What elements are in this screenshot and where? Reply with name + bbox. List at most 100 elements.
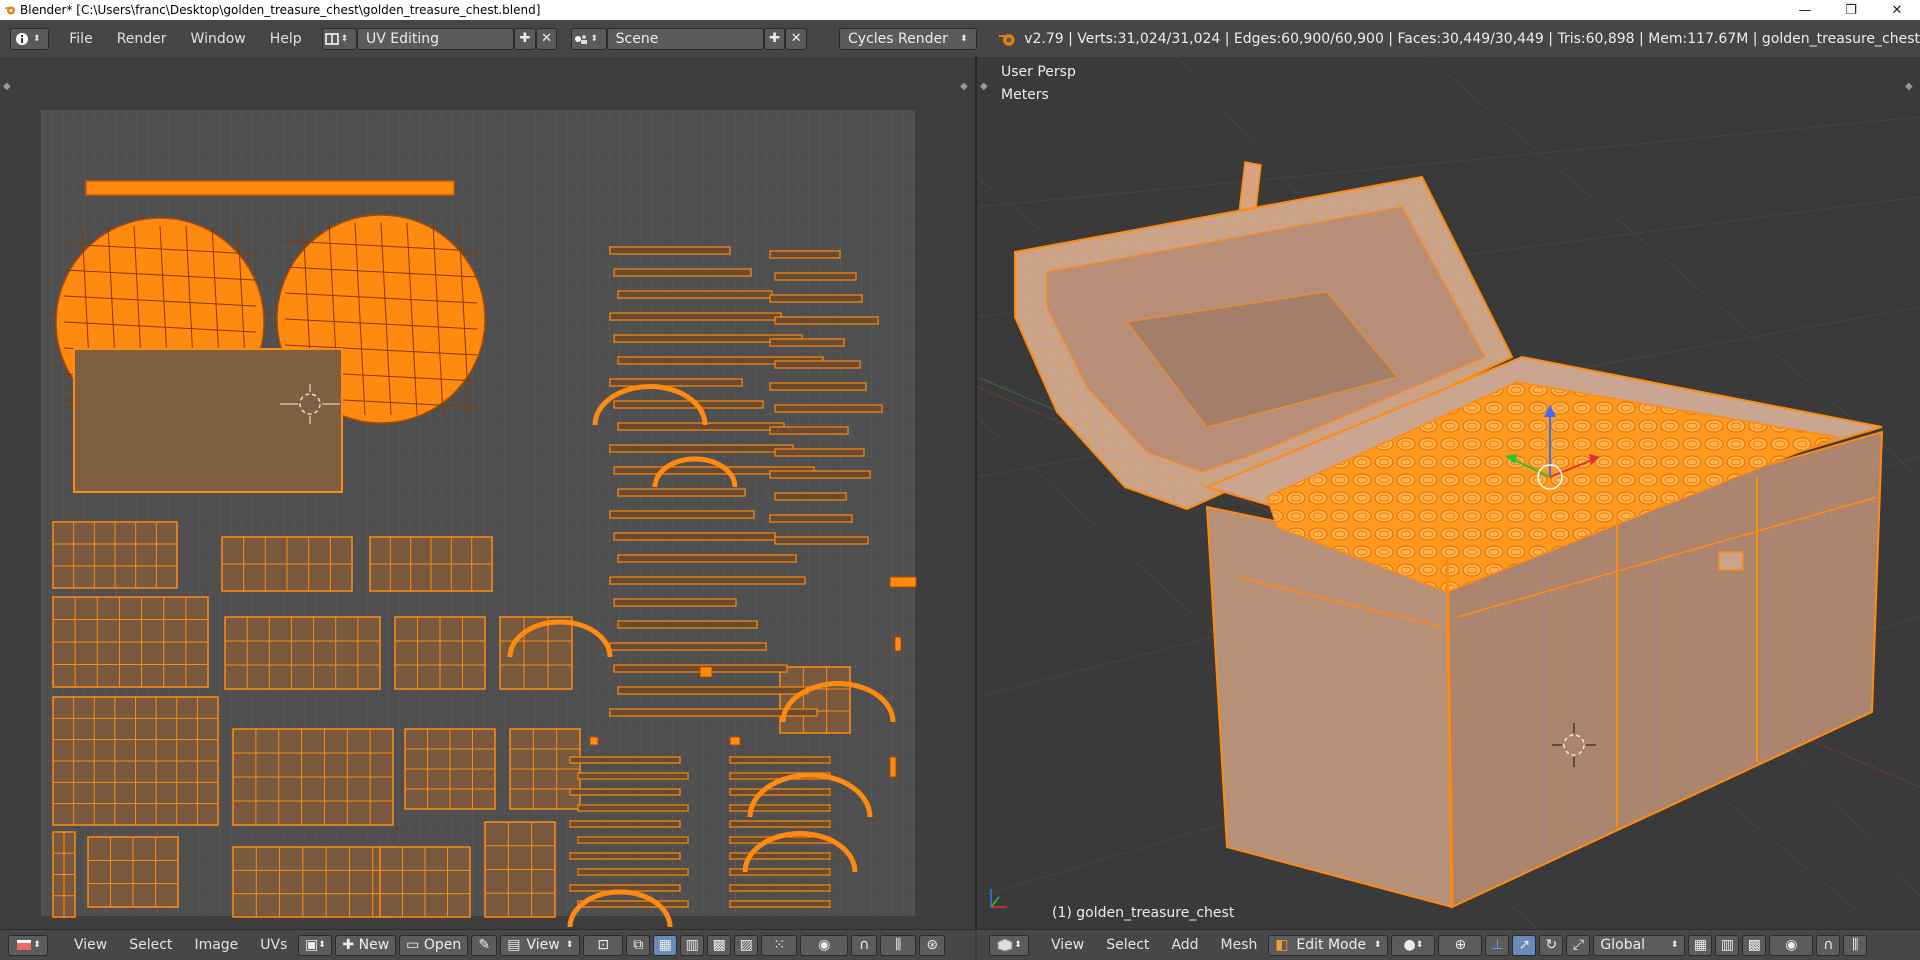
delete-scene-button[interactable]: ✕ (785, 27, 808, 50)
region-expand-right-icon[interactable]: ◆ (1905, 81, 1913, 92)
vp-menu-view[interactable]: View (1040, 937, 1095, 953)
region-expand-left-icon[interactable]: ◆ (3, 81, 11, 92)
uv-island-plank[interactable] (609, 246, 731, 255)
region-expand-left-icon[interactable]: ◆ (980, 81, 988, 92)
uv-island-plank[interactable] (729, 788, 831, 796)
translate-manipulator-button[interactable]: ↗ (1512, 934, 1537, 956)
uv-island-plank[interactable] (613, 598, 737, 607)
uv-island-large[interactable] (73, 348, 343, 493)
uv-menu-view[interactable]: View (63, 937, 118, 953)
uv-island-plank[interactable] (774, 272, 857, 281)
screen-layout-selector[interactable]: ⬍ (321, 27, 357, 50)
uv-island-plank[interactable] (609, 378, 743, 387)
uv-island-plank[interactable] (769, 426, 849, 435)
uv-island-plank[interactable] (769, 294, 863, 303)
face-mode-button[interactable]: ▩ (1742, 934, 1767, 956)
open-image-button[interactable]: ▭ Open (399, 934, 469, 956)
manipulator-toggle-button[interactable]: ⊥ (1485, 934, 1510, 956)
uv-island-plank[interactable] (613, 532, 776, 541)
menu-window[interactable]: Window (179, 31, 258, 47)
uv-island-plank[interactable] (774, 404, 883, 413)
uv-island-plank[interactable] (617, 488, 746, 497)
new-image-button[interactable]: ✚ New (335, 934, 397, 956)
snap-toggle-button[interactable]: ∩ (851, 934, 878, 956)
uv-island-plank[interactable] (609, 444, 794, 453)
uv-island-plank[interactable] (774, 448, 865, 457)
uv-island-plank[interactable] (577, 772, 689, 780)
uv-overflow-button[interactable]: ⊛ (919, 934, 946, 956)
proportional-edit-button[interactable]: ◉ (800, 934, 849, 956)
delete-screen-button[interactable]: ✕ (535, 27, 558, 50)
add-scene-button[interactable]: ✚ (763, 27, 786, 50)
uv-island-plank[interactable] (613, 400, 764, 409)
treasure-chest-mesh[interactable] (1014, 161, 1884, 909)
minimize-button[interactable]: — (1782, 0, 1828, 20)
uv-image-editor[interactable]: ◆ ◆ (0, 57, 975, 929)
uv-island-plank[interactable] (774, 492, 847, 501)
uv-island-plank[interactable] (617, 686, 809, 695)
uv-island-plank[interactable] (609, 642, 767, 651)
editor-type-uv-button[interactable]: ⬍ (8, 934, 48, 956)
uv-island-plank[interactable] (774, 360, 861, 369)
pivot-point-button[interactable]: ⊡ (583, 934, 624, 956)
uv-island-plank[interactable] (577, 804, 689, 812)
uv-island-plank[interactable] (609, 510, 755, 519)
uv-island-plank[interactable] (577, 900, 689, 908)
uv-island-plank[interactable] (769, 382, 867, 391)
editor-type-info-button[interactable]: ⬍ (10, 27, 50, 50)
uv-island-plank[interactable] (729, 900, 831, 908)
uv-island-small[interactable] (729, 736, 741, 746)
menu-render[interactable]: Render (105, 31, 179, 47)
layers-button[interactable]: ▦ (1688, 934, 1713, 956)
scale-manipulator-button[interactable]: ⤢ (1566, 934, 1591, 956)
uv-island-plank[interactable] (569, 756, 681, 764)
uv-island-small[interactable] (889, 756, 897, 778)
uv-island-plank[interactable] (769, 338, 845, 347)
3d-viewport-canvas[interactable]: ◆ ◆ (976, 56, 1920, 930)
face-select-button[interactable]: ▩ (707, 934, 732, 956)
uv-island-plank[interactable] (609, 312, 782, 321)
snap-3d-button[interactable]: ∩ (1816, 934, 1841, 956)
viewport-shading-button[interactable]: ● ⬍ (1391, 934, 1436, 956)
uv-island-plank[interactable] (729, 820, 831, 828)
sticky-selection-button[interactable]: ⁙ (761, 934, 798, 956)
menu-file[interactable]: File (57, 31, 104, 47)
uv-island-plank[interactable] (774, 536, 869, 545)
screen-layout-name-field[interactable]: UV Editing (356, 27, 515, 50)
region-expand-right-icon[interactable]: ◆ (960, 81, 968, 92)
interaction-mode-dropdown[interactable]: ◧ Edit Mode ⬍ (1268, 934, 1389, 956)
uv-menu-image[interactable]: Image (183, 937, 249, 953)
snap-element-button[interactable]: ⫼ (1843, 934, 1868, 956)
vp-menu-add[interactable]: Add (1160, 937, 1209, 953)
image-browse-button[interactable]: ▣ ⬍ (298, 934, 333, 956)
uv-menu-uvs[interactable]: UVs (249, 937, 298, 953)
editor-type-3d-button[interactable]: ⬍ (989, 934, 1029, 956)
uv-island-plank[interactable] (729, 756, 831, 764)
uv-island-plank[interactable] (729, 884, 831, 892)
uv-menu-select[interactable]: Select (118, 937, 183, 953)
transform-orientation-dropdown[interactable]: Global ⬍ (1593, 934, 1686, 956)
vertex-select-button[interactable]: ▦ (653, 934, 678, 956)
uv-island-plank[interactable] (577, 836, 689, 844)
add-screen-button[interactable]: ✚ (514, 27, 536, 50)
uv-island-plank[interactable] (569, 788, 681, 796)
uv-island-plank[interactable] (609, 576, 806, 585)
render-engine-dropdown[interactable]: Cycles Render ⬍ (839, 27, 977, 50)
uv-island-plank[interactable] (729, 804, 831, 812)
uv-island-plank[interactable] (617, 290, 773, 299)
uv-view-mode-dropdown[interactable]: ▤ View ⬍ (500, 934, 581, 956)
vp-menu-select[interactable]: Select (1095, 937, 1160, 953)
uv-island-plank[interactable] (569, 852, 681, 860)
uv-island-plank[interactable] (617, 554, 797, 563)
edge-mode-button[interactable]: ▥ (1715, 934, 1740, 956)
proportional-edit-3d-button[interactable]: ◉ (1769, 934, 1814, 956)
uv-island-small[interactable] (699, 666, 713, 678)
scene-name-field[interactable]: Scene (606, 27, 764, 50)
rotate-manipulator-button[interactable]: ↻ (1539, 934, 1564, 956)
uv-editor-canvas[interactable]: ◆ ◆ (0, 57, 975, 929)
close-window-button[interactable]: ✕ (1874, 0, 1920, 20)
menu-help[interactable]: Help (258, 31, 314, 47)
uv-island-plank[interactable] (617, 422, 785, 431)
uv-island-plank[interactable] (613, 268, 752, 277)
uv-island-plank[interactable] (617, 620, 758, 629)
